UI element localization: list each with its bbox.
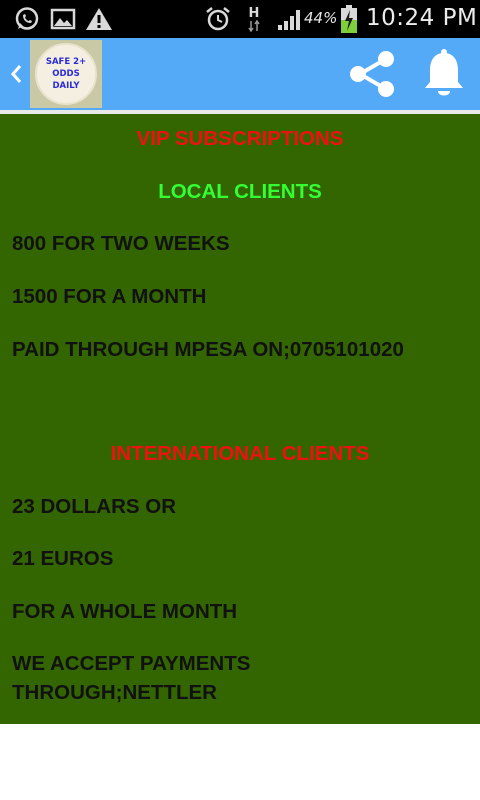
battery-percent: 44% (304, 9, 338, 27)
app-bar: SAFE 2+ ODDS DAILY (0, 38, 480, 110)
international-clients-heading: INTERNATIONAL CLIENTS (110, 442, 370, 465)
international-line-2: 21 EUROS (12, 547, 114, 570)
network-h-icon: H (244, 0, 264, 38)
status-time: 10:24 PM (366, 5, 478, 31)
whatsapp-icon (12, 0, 42, 38)
logo-line-2: ODDS (52, 69, 80, 79)
subscription-content: VIP SUBSCRIPTIONS LOCAL CLIENTS 800 FOR … (0, 114, 480, 724)
signal-icon (276, 0, 304, 38)
warning-icon (84, 0, 114, 38)
local-line-1: 800 FOR TWO WEEKS (12, 232, 230, 255)
share-icon[interactable] (346, 48, 398, 100)
battery-charging-icon (338, 0, 360, 38)
gallery-icon (48, 0, 78, 38)
logo-badge: SAFE 2+ ODDS DAILY (35, 43, 97, 105)
bottom-blank-area (0, 724, 480, 800)
alarm-icon (204, 0, 232, 38)
back-arrow-icon[interactable] (6, 60, 26, 88)
international-line-4: WE ACCEPT PAYMENTS (12, 652, 251, 675)
international-line-5: THROUGH;NETTLER (12, 681, 217, 704)
international-line-1: 23 DOLLARS OR (12, 495, 177, 518)
international-line-3: FOR A WHOLE MONTH (12, 600, 238, 623)
local-clients-heading: LOCAL CLIENTS (158, 180, 322, 203)
local-line-2: 1500 FOR A MONTH (12, 285, 207, 308)
logo-line-1: SAFE 2+ (45, 57, 87, 67)
logo-line-3: DAILY (52, 81, 80, 91)
bell-icon[interactable] (420, 48, 468, 100)
app-logo[interactable]: SAFE 2+ ODDS DAILY (30, 40, 102, 108)
local-line-3: PAID THROUGH MPESA ON;0705101020 (12, 338, 404, 361)
vip-heading: VIP SUBSCRIPTIONS (136, 127, 344, 150)
status-bar: H 44% 10:24 PM (0, 0, 480, 38)
